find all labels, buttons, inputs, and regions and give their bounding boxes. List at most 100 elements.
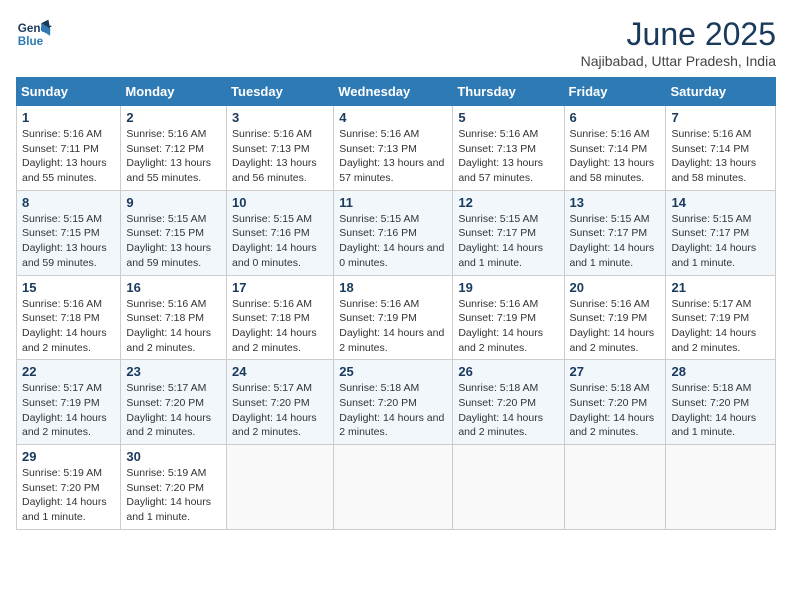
day-info: Sunrise: 5:17 AMSunset: 7:20 PMDaylight:… — [232, 382, 317, 438]
calendar-cell: 10 Sunrise: 5:15 AMSunset: 7:16 PMDaylig… — [227, 190, 334, 275]
day-info: Sunrise: 5:16 AMSunset: 7:13 PMDaylight:… — [232, 128, 317, 184]
calendar-cell — [666, 445, 776, 530]
day-number: 2 — [126, 110, 221, 125]
logo-icon: General Blue — [16, 16, 52, 52]
day-number: 21 — [671, 280, 770, 295]
calendar-cell: 8 Sunrise: 5:15 AMSunset: 7:15 PMDayligh… — [17, 190, 121, 275]
day-number: 30 — [126, 449, 221, 464]
day-info: Sunrise: 5:17 AMSunset: 7:19 PMDaylight:… — [671, 298, 756, 354]
day-number: 29 — [22, 449, 115, 464]
calendar-week-1: 1 Sunrise: 5:16 AMSunset: 7:11 PMDayligh… — [17, 106, 776, 191]
day-info: Sunrise: 5:17 AMSunset: 7:20 PMDaylight:… — [126, 382, 211, 438]
day-info: Sunrise: 5:15 AMSunset: 7:17 PMDaylight:… — [570, 213, 655, 269]
day-info: Sunrise: 5:15 AMSunset: 7:17 PMDaylight:… — [671, 213, 756, 269]
calendar-cell: 17 Sunrise: 5:16 AMSunset: 7:18 PMDaylig… — [227, 275, 334, 360]
calendar-week-2: 8 Sunrise: 5:15 AMSunset: 7:15 PMDayligh… — [17, 190, 776, 275]
weekday-header-friday: Friday — [564, 78, 666, 106]
day-info: Sunrise: 5:15 AMSunset: 7:15 PMDaylight:… — [126, 213, 211, 269]
day-number: 17 — [232, 280, 328, 295]
day-number: 12 — [458, 195, 558, 210]
day-number: 9 — [126, 195, 221, 210]
day-number: 4 — [339, 110, 447, 125]
day-info: Sunrise: 5:16 AMSunset: 7:14 PMDaylight:… — [570, 128, 655, 184]
calendar-cell: 19 Sunrise: 5:16 AMSunset: 7:19 PMDaylig… — [453, 275, 564, 360]
calendar-cell: 6 Sunrise: 5:16 AMSunset: 7:14 PMDayligh… — [564, 106, 666, 191]
day-info: Sunrise: 5:16 AMSunset: 7:18 PMDaylight:… — [232, 298, 317, 354]
calendar-cell: 26 Sunrise: 5:18 AMSunset: 7:20 PMDaylig… — [453, 360, 564, 445]
day-info: Sunrise: 5:16 AMSunset: 7:13 PMDaylight:… — [458, 128, 543, 184]
calendar-cell — [334, 445, 453, 530]
day-info: Sunrise: 5:15 AMSunset: 7:16 PMDaylight:… — [339, 213, 444, 269]
svg-text:Blue: Blue — [18, 35, 44, 48]
day-number: 1 — [22, 110, 115, 125]
calendar-cell: 4 Sunrise: 5:16 AMSunset: 7:13 PMDayligh… — [334, 106, 453, 191]
day-info: Sunrise: 5:15 AMSunset: 7:17 PMDaylight:… — [458, 213, 543, 269]
calendar-cell: 15 Sunrise: 5:16 AMSunset: 7:18 PMDaylig… — [17, 275, 121, 360]
day-info: Sunrise: 5:18 AMSunset: 7:20 PMDaylight:… — [458, 382, 543, 438]
day-info: Sunrise: 5:17 AMSunset: 7:19 PMDaylight:… — [22, 382, 107, 438]
day-number: 15 — [22, 280, 115, 295]
day-number: 25 — [339, 364, 447, 379]
calendar-cell: 30 Sunrise: 5:19 AMSunset: 7:20 PMDaylig… — [121, 445, 227, 530]
day-number: 23 — [126, 364, 221, 379]
calendar-cell: 7 Sunrise: 5:16 AMSunset: 7:14 PMDayligh… — [666, 106, 776, 191]
day-number: 14 — [671, 195, 770, 210]
calendar-cell — [453, 445, 564, 530]
location-title: Najibabad, Uttar Pradesh, India — [581, 53, 776, 69]
day-info: Sunrise: 5:18 AMSunset: 7:20 PMDaylight:… — [671, 382, 756, 438]
weekday-header-tuesday: Tuesday — [227, 78, 334, 106]
weekday-header-monday: Monday — [121, 78, 227, 106]
weekday-header-wednesday: Wednesday — [334, 78, 453, 106]
day-info: Sunrise: 5:15 AMSunset: 7:16 PMDaylight:… — [232, 213, 317, 269]
day-number: 8 — [22, 195, 115, 210]
calendar-cell: 29 Sunrise: 5:19 AMSunset: 7:20 PMDaylig… — [17, 445, 121, 530]
weekday-header-saturday: Saturday — [666, 78, 776, 106]
title-area: June 2025 Najibabad, Uttar Pradesh, Indi… — [581, 16, 776, 69]
day-number: 11 — [339, 195, 447, 210]
day-info: Sunrise: 5:16 AMSunset: 7:12 PMDaylight:… — [126, 128, 211, 184]
day-number: 3 — [232, 110, 328, 125]
day-info: Sunrise: 5:15 AMSunset: 7:15 PMDaylight:… — [22, 213, 107, 269]
calendar-cell: 1 Sunrise: 5:16 AMSunset: 7:11 PMDayligh… — [17, 106, 121, 191]
calendar-cell: 14 Sunrise: 5:15 AMSunset: 7:17 PMDaylig… — [666, 190, 776, 275]
calendar-cell: 28 Sunrise: 5:18 AMSunset: 7:20 PMDaylig… — [666, 360, 776, 445]
day-info: Sunrise: 5:16 AMSunset: 7:13 PMDaylight:… — [339, 128, 444, 184]
day-number: 19 — [458, 280, 558, 295]
day-number: 26 — [458, 364, 558, 379]
calendar-week-5: 29 Sunrise: 5:19 AMSunset: 7:20 PMDaylig… — [17, 445, 776, 530]
month-title: June 2025 — [581, 16, 776, 53]
day-number: 7 — [671, 110, 770, 125]
day-number: 18 — [339, 280, 447, 295]
calendar-cell: 24 Sunrise: 5:17 AMSunset: 7:20 PMDaylig… — [227, 360, 334, 445]
day-number: 27 — [570, 364, 661, 379]
calendar-cell: 13 Sunrise: 5:15 AMSunset: 7:17 PMDaylig… — [564, 190, 666, 275]
day-info: Sunrise: 5:16 AMSunset: 7:19 PMDaylight:… — [570, 298, 655, 354]
calendar-cell — [564, 445, 666, 530]
calendar-table: SundayMondayTuesdayWednesdayThursdayFrid… — [16, 77, 776, 530]
day-number: 13 — [570, 195, 661, 210]
day-number: 10 — [232, 195, 328, 210]
weekday-header-thursday: Thursday — [453, 78, 564, 106]
day-number: 24 — [232, 364, 328, 379]
calendar-cell: 23 Sunrise: 5:17 AMSunset: 7:20 PMDaylig… — [121, 360, 227, 445]
calendar-cell: 12 Sunrise: 5:15 AMSunset: 7:17 PMDaylig… — [453, 190, 564, 275]
day-info: Sunrise: 5:19 AMSunset: 7:20 PMDaylight:… — [22, 467, 107, 523]
day-info: Sunrise: 5:16 AMSunset: 7:18 PMDaylight:… — [126, 298, 211, 354]
calendar-cell: 11 Sunrise: 5:15 AMSunset: 7:16 PMDaylig… — [334, 190, 453, 275]
day-info: Sunrise: 5:18 AMSunset: 7:20 PMDaylight:… — [570, 382, 655, 438]
day-number: 5 — [458, 110, 558, 125]
calendar-cell: 21 Sunrise: 5:17 AMSunset: 7:19 PMDaylig… — [666, 275, 776, 360]
logo: General Blue — [16, 16, 52, 52]
calendar-week-4: 22 Sunrise: 5:17 AMSunset: 7:19 PMDaylig… — [17, 360, 776, 445]
day-number: 6 — [570, 110, 661, 125]
calendar-cell: 3 Sunrise: 5:16 AMSunset: 7:13 PMDayligh… — [227, 106, 334, 191]
day-info: Sunrise: 5:16 AMSunset: 7:14 PMDaylight:… — [671, 128, 756, 184]
calendar-cell: 9 Sunrise: 5:15 AMSunset: 7:15 PMDayligh… — [121, 190, 227, 275]
calendar-cell: 16 Sunrise: 5:16 AMSunset: 7:18 PMDaylig… — [121, 275, 227, 360]
day-info: Sunrise: 5:16 AMSunset: 7:18 PMDaylight:… — [22, 298, 107, 354]
day-number: 20 — [570, 280, 661, 295]
day-info: Sunrise: 5:16 AMSunset: 7:19 PMDaylight:… — [458, 298, 543, 354]
day-number: 22 — [22, 364, 115, 379]
calendar-cell — [227, 445, 334, 530]
calendar-cell: 27 Sunrise: 5:18 AMSunset: 7:20 PMDaylig… — [564, 360, 666, 445]
